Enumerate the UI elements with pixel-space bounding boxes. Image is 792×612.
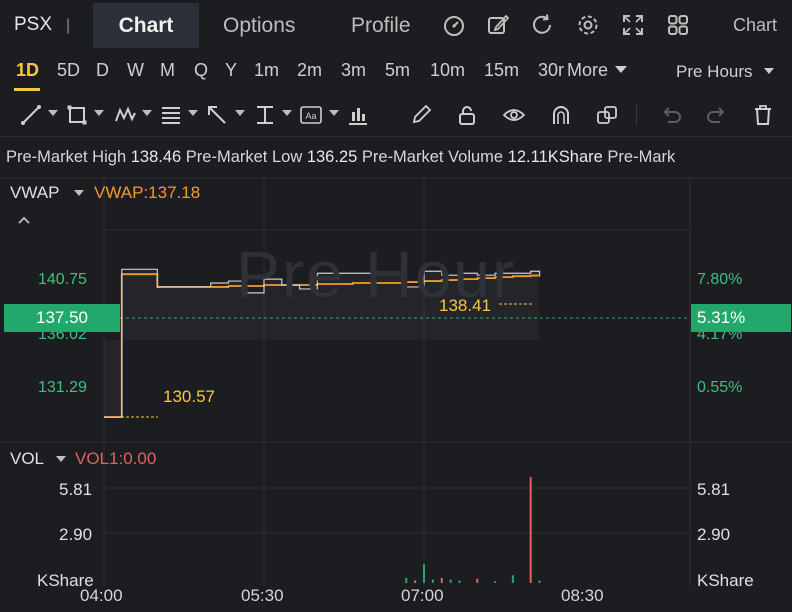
- volume-value: VOL1:0.00: [75, 449, 157, 468]
- current-price-badge: 137.50: [4, 304, 120, 332]
- volume-indicator-label[interactable]: VOL: [10, 449, 44, 469]
- time-axis-label: 04:00: [80, 586, 123, 605]
- low-price-annotation: 130.57: [163, 387, 215, 406]
- high-price-annotation: 138.41: [439, 296, 491, 315]
- volume-axis-unit: KShare: [697, 571, 754, 590]
- volume-bar: [458, 580, 461, 583]
- vwap-indicator-label[interactable]: VWAP: [10, 183, 59, 203]
- volume-bar: [494, 581, 497, 583]
- vwap-value: VWAP:137.18: [94, 183, 201, 202]
- volume-axis-label: 2.90: [697, 525, 731, 544]
- volume-bar: [440, 577, 443, 583]
- volume-bar: [511, 575, 514, 583]
- volume-axis-label: 2.90: [59, 525, 93, 544]
- collapse-icon[interactable]: [16, 214, 32, 226]
- volume-bar: [529, 476, 532, 583]
- time-axis-label: 07:00: [401, 586, 444, 605]
- current-change-badge: 5.31%: [691, 304, 791, 332]
- volume-bar: [423, 564, 425, 583]
- volume-bar: [538, 580, 541, 583]
- percent-axis-label: 7.80%: [697, 271, 743, 288]
- volume-bar: [449, 579, 452, 583]
- volume-bar: [476, 578, 479, 583]
- volume-axis-label: 5.81: [697, 480, 731, 499]
- volume-bar: [431, 579, 434, 583]
- price-axis-label: 131.29: [38, 379, 87, 396]
- vwap-caret-icon[interactable]: [74, 190, 84, 196]
- time-axis-label: 08:30: [561, 586, 604, 605]
- volume-bar: [414, 580, 417, 583]
- percent-axis-label: 0.55%: [697, 379, 743, 396]
- volume-caret-icon[interactable]: [56, 456, 66, 462]
- volume-bars: [405, 476, 541, 583]
- time-axis-label: 05:30: [241, 586, 284, 605]
- volume-bar: [405, 577, 408, 583]
- volume-axis-label: 5.81: [59, 480, 93, 499]
- price-axis-label: 140.75: [38, 271, 87, 288]
